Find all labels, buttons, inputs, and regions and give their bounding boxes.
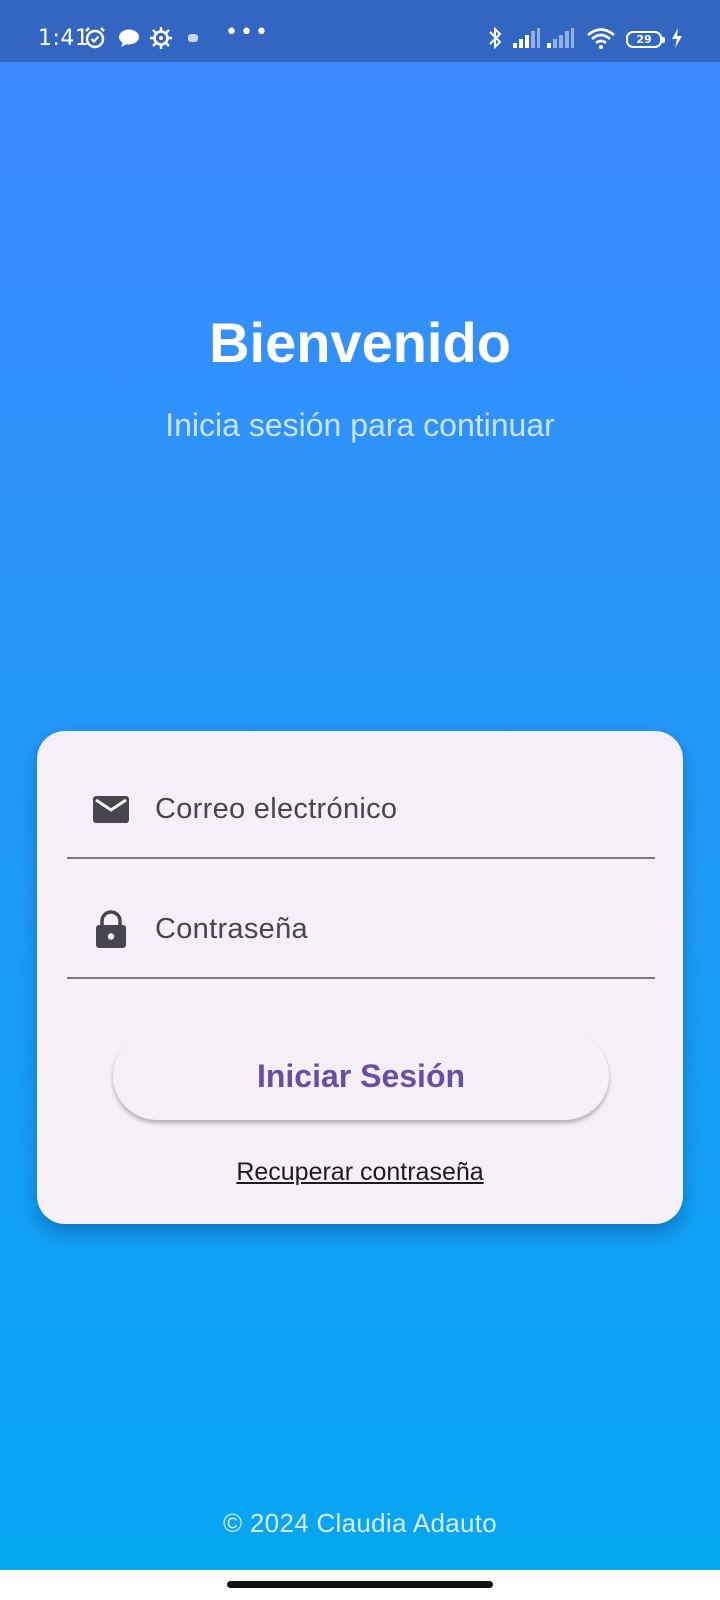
cell-signal-icon — [546, 27, 574, 49]
lock-icon — [91, 909, 131, 949]
login-button[interactable]: Iniciar Sesión — [113, 1032, 609, 1120]
notification-icon — [186, 27, 200, 49]
chat-icon — [117, 27, 141, 49]
navigation-bar — [0, 1570, 720, 1600]
recover-password-link[interactable]: Recuperar contraseña — [37, 1158, 683, 1187]
password-field[interactable]: Contraseña — [67, 879, 655, 979]
welcome-subtitle: Inicia sesión para continuar — [165, 407, 555, 443]
email-label: Correo electrónico — [155, 793, 398, 825]
home-indicator[interactable] — [227, 1581, 493, 1588]
login-card: Correo electrónico Contraseña Iniciar Se… — [37, 731, 683, 1224]
battery-icon: 29 — [626, 31, 665, 48]
more-notifications-icon: ••• — [225, 20, 270, 45]
alarm-icon — [82, 27, 108, 49]
welcome-title: Bienvenido — [209, 311, 511, 374]
charging-icon — [670, 27, 684, 49]
password-label: Contraseña — [155, 913, 308, 945]
mail-icon — [91, 789, 131, 829]
footer-copyright: © 2024 Claudia Adauto — [222, 1508, 498, 1538]
cell-signal-icon — [512, 27, 540, 49]
wifi-icon — [585, 27, 617, 49]
email-field[interactable]: Correo electrónico — [67, 759, 655, 859]
settings-gear-icon — [149, 27, 173, 49]
bluetooth-icon — [485, 26, 505, 50]
status-bar: 1:41 ••• 29 — [0, 0, 720, 62]
app-screen: 1:41 ••• 29 Bienvenido Inicia sesión par… — [0, 0, 720, 1570]
